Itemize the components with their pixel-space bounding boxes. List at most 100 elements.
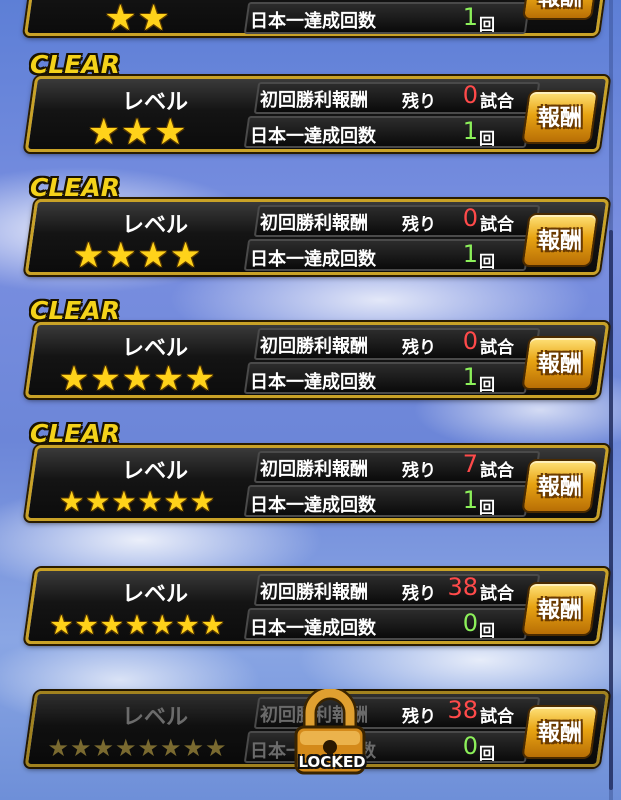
star-icon: ★ (90, 359, 121, 399)
remaining-matches-count: 38 (447, 573, 478, 601)
star-icon: ★ (189, 485, 215, 518)
matches-label: 試合 (480, 92, 514, 112)
star-rating: ★ ★ (32, 0, 242, 39)
remaining-label: 残り (402, 707, 436, 727)
remaining-matches-count: 0 (462, 327, 478, 355)
reward-button-label[interactable]: 報酬 (528, 0, 592, 12)
reward-button-label[interactable]: 報酬 (528, 592, 592, 624)
star-rating: ★ ★ ★ ★ ★ ★ ★ ★ (32, 733, 242, 763)
japan-champion-label: 日本一達成回数 (250, 249, 376, 270)
japan-champion-count: 1 (462, 363, 478, 391)
star-icon: ★ (153, 359, 184, 399)
level-label: レベル (121, 213, 188, 238)
reward-button-label[interactable]: 報酬 (528, 100, 592, 132)
clear-badge: CLEAR (30, 50, 120, 79)
star-icon: ★ (99, 609, 124, 641)
star-rating: ★ ★ ★ ★ ★ ★ (32, 487, 242, 517)
times-label: 回 (479, 129, 496, 148)
reward-button-label[interactable]: 報酬 (528, 469, 592, 501)
times-label: 回 (479, 15, 496, 34)
star-icon: ★ (160, 734, 182, 762)
star-icon: ★ (92, 734, 114, 762)
japan-champion-label: 日本一達成回数 (250, 126, 376, 147)
matches-label: 試合 (480, 338, 514, 358)
star-icon: ★ (137, 485, 163, 518)
level-row-6-stars: CLEAR レベル ★ ★ ★ ★ ★ ★ 初回勝利報酬 残り 7 試合 日本一… (20, 419, 610, 521)
star-icon: ★ (121, 359, 153, 399)
star-icon: ★ (175, 609, 200, 641)
matches-label: 試合 (480, 707, 514, 727)
star-icon: ★ (154, 112, 187, 153)
first-win-reward-label: 初回勝利報酬 (260, 336, 368, 357)
clear-badge: CLEAR (30, 419, 120, 448)
first-win-reward-label: 初回勝利報酬 (260, 90, 368, 111)
japan-champion-count: 1 (462, 240, 478, 268)
star-rating: ★ ★ ★ ★ ★ (32, 359, 242, 399)
scrollbar[interactable] (609, 0, 613, 800)
remaining-matches-count: 0 (462, 204, 478, 232)
remaining-label: 残り (402, 92, 436, 112)
star-icon: ★ (163, 485, 189, 518)
locked-label: LOCKED (298, 753, 366, 771)
level-label: レベル (121, 336, 188, 361)
star-icon: ★ (59, 485, 85, 518)
japan-champion-count: 1 (462, 117, 478, 145)
first-win-reward-label: 初回勝利報酬 (260, 582, 368, 603)
remaining-label: 残り (402, 338, 436, 358)
level-row-5-stars: CLEAR レベル ★ ★ ★ ★ ★ 初回勝利報酬 残り 0 試合 日本一達成… (20, 296, 610, 399)
star-icon: ★ (105, 235, 137, 276)
star-icon: ★ (69, 734, 92, 762)
level-row-4-stars: CLEAR レベル ★ ★ ★ ★ 初回勝利報酬 残り 0 試合 日本一達成回数… (20, 173, 610, 276)
star-icon: ★ (137, 0, 170, 39)
star-icon: ★ (114, 734, 137, 762)
first-win-reward-label: 初回勝利報酬 (260, 213, 368, 234)
times-label: 回 (479, 375, 496, 394)
star-icon: ★ (137, 734, 160, 762)
first-win-reward-label: 初回勝利報酬 (260, 459, 368, 480)
remaining-matches-count: 0 (462, 81, 478, 109)
matches-label: 試合 (480, 215, 514, 235)
star-icon: ★ (58, 359, 90, 399)
matches-label: 試合 (480, 461, 514, 481)
star-icon: ★ (182, 734, 205, 762)
star-icon: ★ (200, 609, 225, 641)
star-rating: ★ ★ ★ ★ (32, 235, 242, 276)
times-label: 回 (479, 621, 496, 640)
star-icon: ★ (87, 112, 120, 153)
star-icon: ★ (150, 609, 175, 641)
times-label: 回 (479, 744, 496, 763)
scrollbar-thumb[interactable] (609, 230, 613, 790)
star-icon: ★ (184, 359, 216, 399)
level-label: レベル (121, 705, 188, 730)
star-icon: ★ (74, 609, 99, 641)
star-icon: ★ (205, 734, 227, 762)
star-rating: ★ ★ ★ ★ ★ ★ ★ (32, 610, 242, 640)
reward-button-label[interactable]: 報酬 (528, 346, 592, 378)
times-label: 回 (479, 498, 496, 517)
clear-badge: CLEAR (30, 296, 120, 325)
japan-champion-label: 日本一達成回数 (250, 618, 376, 639)
star-icon: ★ (137, 235, 169, 276)
star-icon: ★ (85, 485, 111, 518)
remaining-matches-count: 38 (447, 696, 478, 724)
level-row-3-stars: CLEAR レベル ★ ★ ★ 初回勝利報酬 残り 0 試合 日本一達成回数 1… (20, 50, 610, 153)
star-rating: ★ ★ ★ (32, 112, 242, 153)
star-icon: ★ (47, 734, 69, 762)
star-icon: ★ (169, 235, 202, 276)
star-icon: ★ (49, 609, 74, 641)
star-icon: ★ (120, 112, 154, 153)
level-row-7-stars: レベル ★ ★ ★ ★ ★ ★ ★ 初回勝利報酬 残り 38 試合 日本一達成回… (20, 542, 610, 644)
star-icon: ★ (111, 485, 137, 518)
reward-button-label[interactable]: 報酬 (528, 715, 592, 747)
star-icon: ★ (72, 235, 105, 276)
level-label: レベル (121, 459, 188, 484)
star-icon: ★ (124, 609, 150, 641)
clear-badge: CLEAR (30, 173, 120, 202)
japan-champion-count: 0 (462, 732, 478, 760)
times-label: 回 (479, 252, 496, 271)
japan-champion-label: 日本一達成回数 (250, 11, 376, 32)
japan-champion-count: 1 (462, 486, 478, 514)
level-row-8-stars-locked: レベル ★ ★ ★ ★ ★ ★ ★ ★ 初回勝利報酬 残り 38 試合 日本一達… (20, 665, 610, 775)
reward-button-label[interactable]: 報酬 (528, 223, 592, 255)
remaining-matches-count: 7 (462, 450, 478, 478)
